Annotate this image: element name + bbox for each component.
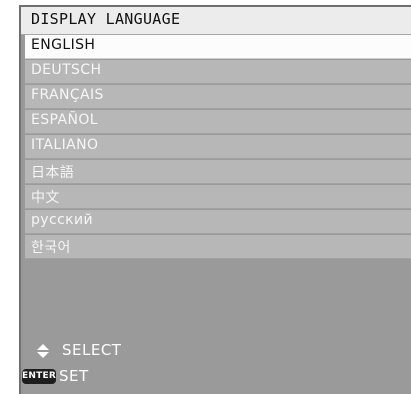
language-option-italiano[interactable]: ITALIANO [25, 135, 411, 159]
menu-title: DISPLAY LANGUAGE [31, 10, 181, 28]
language-option-english[interactable]: ENGLISH [25, 35, 411, 59]
menu-title-bar: DISPLAY LANGUAGE [21, 7, 411, 35]
language-option-label: FRANÇAIS [31, 87, 104, 103]
set-hint-label: SET [59, 367, 89, 385]
language-option-label: DEUTSCH [31, 62, 102, 78]
language-option-label: ITALIANO [31, 137, 99, 153]
language-option-deutsch[interactable]: DEUTSCH [25, 60, 411, 84]
language-option-espanol[interactable]: ESPAÑOL [25, 110, 411, 134]
language-option-label: ESPAÑOL [31, 112, 98, 128]
language-option-label: русский [31, 212, 94, 228]
menu-footer: SELECT ENTER SET [21, 330, 411, 394]
enter-key-icon: ENTER [22, 369, 56, 384]
language-option-label: ENGLISH [31, 37, 96, 53]
language-option-label: 한국어 [31, 240, 71, 256]
select-hint-label: SELECT [62, 341, 122, 359]
language-option-russian[interactable]: русский [25, 210, 411, 234]
up-down-arrows-icon [37, 344, 49, 358]
language-list: ENGLISH DEUTSCH FRANÇAIS ESPAÑOL ITALIAN… [21, 35, 411, 330]
language-option-japanese[interactable]: 日本語 [25, 160, 411, 184]
language-option-label: 中文 [31, 190, 60, 206]
language-option-francais[interactable]: FRANÇAIS [25, 85, 411, 109]
language-option-label: 日本語 [31, 165, 75, 181]
language-option-chinese[interactable]: 中文 [25, 185, 411, 209]
display-language-menu: DISPLAY LANGUAGE ENGLISH DEUTSCH FRANÇAI… [19, 5, 411, 394]
language-option-korean[interactable]: 한국어 [25, 235, 411, 259]
